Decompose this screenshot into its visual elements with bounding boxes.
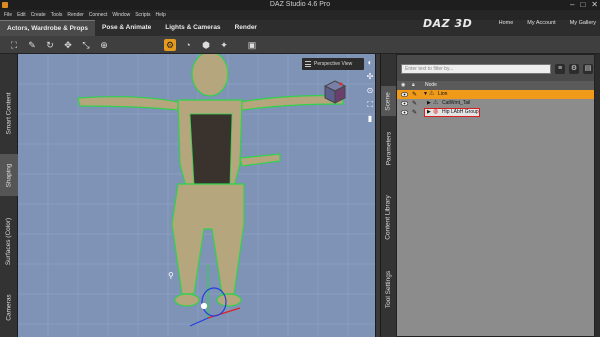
group-node-icon: ◍ bbox=[433, 109, 439, 115]
zoom-icon[interactable]: ⊙ bbox=[366, 86, 374, 96]
pose-tool-icon[interactable]: ✎ bbox=[26, 39, 38, 51]
tab-cameras[interactable]: Cameras bbox=[0, 284, 18, 330]
node-column-label: Node bbox=[425, 82, 437, 88]
camera-label: Perspective View bbox=[314, 61, 353, 67]
list-view-icon[interactable]: ≡ bbox=[555, 64, 565, 74]
joint-editor-icon[interactable]: ⚙ bbox=[164, 39, 176, 51]
lock-col-icon: 🔒︎ bbox=[412, 82, 415, 88]
menu-tools[interactable]: Tools bbox=[51, 10, 63, 20]
camera-selector[interactable]: Perspective View bbox=[302, 58, 364, 70]
expand-arrow-icon[interactable]: ▼ bbox=[423, 90, 428, 99]
viewport-controls: ◐ ✣ ⊙ ⛶ ▮ bbox=[366, 58, 375, 128]
tab-content-library[interactable]: Content Library bbox=[381, 180, 396, 254]
tab-actors-wardrobe-props[interactable]: Actors, Wardrobe & Props bbox=[0, 20, 96, 36]
node-label: Hip LAbH Group bbox=[442, 109, 479, 115]
options-icon[interactable]: ▤ bbox=[583, 64, 593, 74]
tab-render[interactable]: Render bbox=[227, 20, 264, 36]
figure-tool-icon[interactable]: ⛶ bbox=[8, 39, 20, 51]
figure-node-icon: ⚠ bbox=[429, 91, 435, 97]
scene-pane: Enter text to filter by... ≡ ⚙ ▤ ◉ 🔒︎ No… bbox=[396, 54, 595, 337]
main-toolbar: ⛶ ✎ ↻ ✥ ⤡ ⊕ ⚙ ◔ ⬢ ✦ ▣ bbox=[0, 36, 600, 54]
right-pane-tabs: Scene Parameters Content Library Tool Se… bbox=[381, 54, 396, 337]
node-tool-icon[interactable]: ⊕ bbox=[98, 39, 110, 51]
room-tabs: Actors, Wardrobe & Props Pose & Animate … bbox=[0, 20, 264, 36]
minimize-button[interactable]: – bbox=[570, 0, 574, 10]
column-header: ◉ 🔒︎ Node bbox=[397, 81, 594, 90]
menu-window[interactable]: Window bbox=[112, 10, 130, 20]
title-bar: DAZ Studio 4.6 Pro – □ ✕ bbox=[0, 0, 600, 10]
aux-view-icon[interactable]: ▮ bbox=[366, 114, 374, 124]
rotate-tool-icon[interactable]: ↻ bbox=[44, 39, 56, 51]
scale-tool-icon[interactable]: ⤡ bbox=[80, 39, 92, 51]
window-controls: – □ ✕ bbox=[570, 0, 598, 10]
tab-surfaces-color[interactable]: Surfaces (Color) bbox=[0, 200, 18, 282]
tab-shaping[interactable]: Shaping bbox=[0, 154, 18, 196]
left-pane-tabs: Smart Content Shaping Surfaces (Color) C… bbox=[0, 54, 18, 337]
menu-render[interactable]: Render bbox=[67, 10, 83, 20]
tree-row-lion[interactable]: ✎ ▼ ⚠ Lion bbox=[397, 90, 594, 99]
selection-tool-icon[interactable]: ✦ bbox=[218, 39, 230, 51]
visibility-col-icon: ◉ bbox=[401, 82, 406, 88]
figure-node-icon: ⚠ bbox=[433, 100, 439, 106]
render-icon[interactable]: ▣ bbox=[246, 39, 258, 51]
viewport-grid: ⚲ bbox=[18, 54, 375, 337]
tab-pose-animate[interactable]: Pose & Animate bbox=[95, 20, 159, 36]
menu-edit[interactable]: Edit bbox=[17, 10, 26, 20]
expand-arrow-icon[interactable]: ▶ bbox=[427, 99, 431, 108]
right-edge-scrollbar[interactable] bbox=[595, 54, 600, 337]
tab-scene[interactable]: Scene bbox=[381, 86, 396, 116]
visibility-eye-icon[interactable] bbox=[401, 92, 408, 97]
settings-icon[interactable]: ⚙ bbox=[569, 64, 579, 74]
visibility-eye-icon[interactable] bbox=[401, 110, 408, 115]
daz-studio-window: DAZ Studio 4.6 Pro – □ ✕ File Edit Creat… bbox=[0, 0, 600, 337]
nav-home[interactable]: Home bbox=[499, 20, 514, 26]
svg-text:⚲: ⚲ bbox=[168, 271, 174, 280]
geometry-tool-icon[interactable]: ⬢ bbox=[200, 39, 212, 51]
menu-file[interactable]: File bbox=[4, 10, 12, 20]
window-title: DAZ Studio 4.6 Pro bbox=[269, 1, 331, 8]
tab-tool-settings[interactable]: Tool Settings bbox=[381, 258, 396, 320]
node-label: Lion bbox=[438, 91, 448, 97]
tab-parameters[interactable]: Parameters bbox=[381, 120, 396, 176]
lion-figure bbox=[77, 54, 344, 307]
expand-arrow-icon[interactable]: ▶ bbox=[427, 108, 431, 117]
3d-viewport[interactable]: ⚲ Perspective View ◐ ✣ ⊙ ⛶ ▮ bbox=[18, 54, 375, 337]
tab-smart-content[interactable]: Smart Content bbox=[0, 78, 18, 148]
lock-icon[interactable]: ✎ bbox=[412, 109, 417, 118]
frame-icon[interactable]: ⛶ bbox=[366, 100, 374, 110]
top-nav: Home My Account My Gallery bbox=[499, 20, 596, 26]
view-cube[interactable] bbox=[324, 80, 346, 104]
tree-row-hip-labh-group[interactable]: ✎ ▶ ◍ Hip LAbH Group bbox=[397, 108, 594, 117]
menu-bar: File Edit Create Tools Render Connect Wi… bbox=[0, 10, 600, 20]
tab-lights-cameras[interactable]: Lights & Cameras bbox=[158, 20, 228, 36]
nav-my-account[interactable]: My Account bbox=[527, 20, 555, 26]
move-tool-icon[interactable]: ✥ bbox=[62, 39, 74, 51]
menu-connect[interactable]: Connect bbox=[89, 10, 108, 20]
filter-input[interactable]: Enter text to filter by... bbox=[401, 64, 551, 74]
orbit-icon[interactable]: ◐ bbox=[366, 58, 374, 68]
menu-icon bbox=[305, 61, 311, 67]
tree-row-catwmt-tail[interactable]: ✎ ▶ ⚠ CatWmt_Tail bbox=[397, 99, 594, 108]
pan-icon[interactable]: ✣ bbox=[366, 72, 374, 82]
menu-create[interactable]: Create bbox=[31, 10, 46, 20]
menu-help[interactable]: Help bbox=[156, 10, 166, 20]
scene-header: Enter text to filter by... ≡ ⚙ ▤ bbox=[397, 55, 594, 81]
maximize-button[interactable]: □ bbox=[580, 0, 585, 10]
menu-scripts[interactable]: Scripts bbox=[135, 10, 150, 20]
visibility-eye-icon[interactable] bbox=[401, 101, 408, 106]
node-label: CatWmt_Tail bbox=[442, 100, 471, 106]
surface-tool-icon[interactable]: ◔ bbox=[182, 39, 194, 51]
daz-logo: DAZ 3D bbox=[423, 17, 473, 30]
nav-my-gallery[interactable]: My Gallery bbox=[570, 20, 596, 26]
close-button[interactable]: ✕ bbox=[591, 0, 598, 10]
